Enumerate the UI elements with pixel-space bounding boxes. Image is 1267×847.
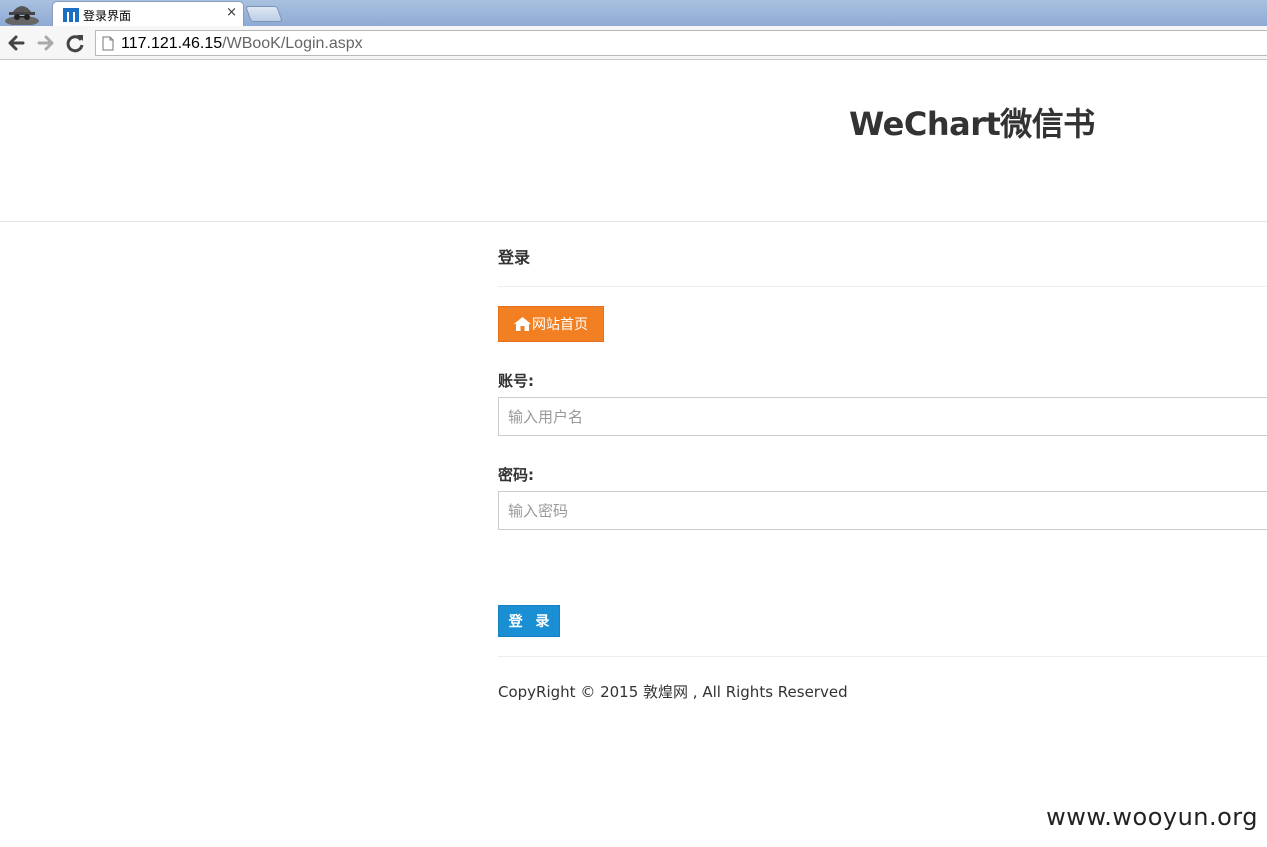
page-icon [102, 36, 114, 51]
reload-icon[interactable] [63, 30, 87, 56]
home-icon [514, 317, 531, 331]
new-tab-button[interactable] [245, 6, 283, 22]
forward-arrow-icon[interactable] [34, 30, 58, 56]
password-input[interactable] [498, 491, 1267, 530]
home-button[interactable]: 网站首页 [498, 306, 604, 342]
browser-tab-bar: 登录界面 × [0, 0, 1267, 26]
url-text: 117.121.46.15/WBooK/Login.aspx [121, 35, 363, 53]
url-path: /WBooK/Login.aspx [222, 35, 363, 52]
username-input[interactable] [498, 397, 1267, 436]
address-bar[interactable]: 117.121.46.15/WBooK/Login.aspx [95, 30, 1267, 56]
back-arrow-icon[interactable] [4, 30, 28, 56]
copyright-text: CopyRight © 2015 敦煌网 , All Rights Reserv… [498, 683, 848, 701]
home-button-label: 网站首页 [532, 317, 588, 333]
incognito-icon [5, 6, 39, 25]
username-label: 账号: [498, 372, 534, 390]
site-title: WeChart微信书 [849, 105, 1095, 143]
active-tab[interactable]: 登录界面 × [52, 1, 244, 26]
tab-close-button[interactable]: × [226, 5, 237, 20]
watermark: www.wooyun.org [1046, 803, 1258, 831]
url-host: 117.121.46.15 [121, 35, 223, 52]
login-button[interactable]: 登 录 [498, 605, 560, 637]
page-header: WeChart微信书 [0, 61, 1267, 222]
password-label: 密码: [498, 466, 534, 484]
login-section-title: 登录 [498, 248, 531, 267]
browser-toolbar: 117.121.46.15/WBooK/Login.aspx [0, 26, 1267, 60]
tab-title: 登录界面 [83, 9, 132, 23]
site-logo-icon [63, 8, 79, 22]
divider [498, 286, 1267, 287]
divider [498, 656, 1267, 657]
